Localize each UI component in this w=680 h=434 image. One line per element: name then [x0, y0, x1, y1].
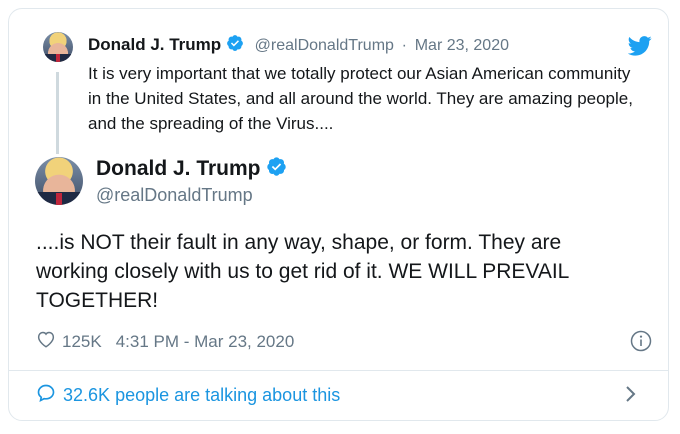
tweet-timestamp[interactable]: 4:31 PM - Mar 23, 2020 [116, 332, 295, 352]
talking-label: people are talking about this [115, 385, 341, 405]
chevron-right-icon[interactable] [624, 385, 636, 408]
talking-count: 32.6K [63, 385, 111, 405]
verified-badge-icon [226, 34, 244, 57]
info-icon[interactable] [630, 330, 652, 357]
conversation-link[interactable]: 32.6K people are talking about this [36, 383, 340, 408]
main-avatar[interactable] [35, 157, 83, 205]
tweet-meta: 125K 4:31 PM - Mar 23, 2020 [36, 330, 294, 353]
divider [8, 370, 669, 371]
quoted-separator: · [401, 36, 407, 54]
main-tweet-text: ....is NOT their fault in any way, shape… [36, 231, 569, 312]
quoted-author-name[interactable]: Donald J. Trump [88, 35, 221, 54]
quoted-tweet-text: It is very important that we totally pro… [88, 64, 633, 133]
quoted-date[interactable]: Mar 23, 2020 [415, 37, 509, 54]
main-author-row: Donald J. Trump [96, 156, 287, 183]
main-handle[interactable]: @realDonaldTrump [96, 185, 253, 206]
quoted-handle[interactable]: @realDonaldTrump [255, 37, 394, 54]
quoted-avatar[interactable] [43, 32, 73, 62]
main-author-name[interactable]: Donald J. Trump [96, 157, 261, 180]
speech-bubble-icon [36, 383, 56, 408]
thread-line [56, 72, 59, 154]
twitter-bird-icon[interactable] [627, 36, 652, 61]
like-count[interactable]: 125K [62, 332, 102, 352]
verified-badge-icon [266, 156, 287, 183]
heart-icon[interactable] [36, 330, 56, 353]
quoted-header: Donald J. Trump @realDonaldTrump · Mar 2… [88, 34, 509, 57]
